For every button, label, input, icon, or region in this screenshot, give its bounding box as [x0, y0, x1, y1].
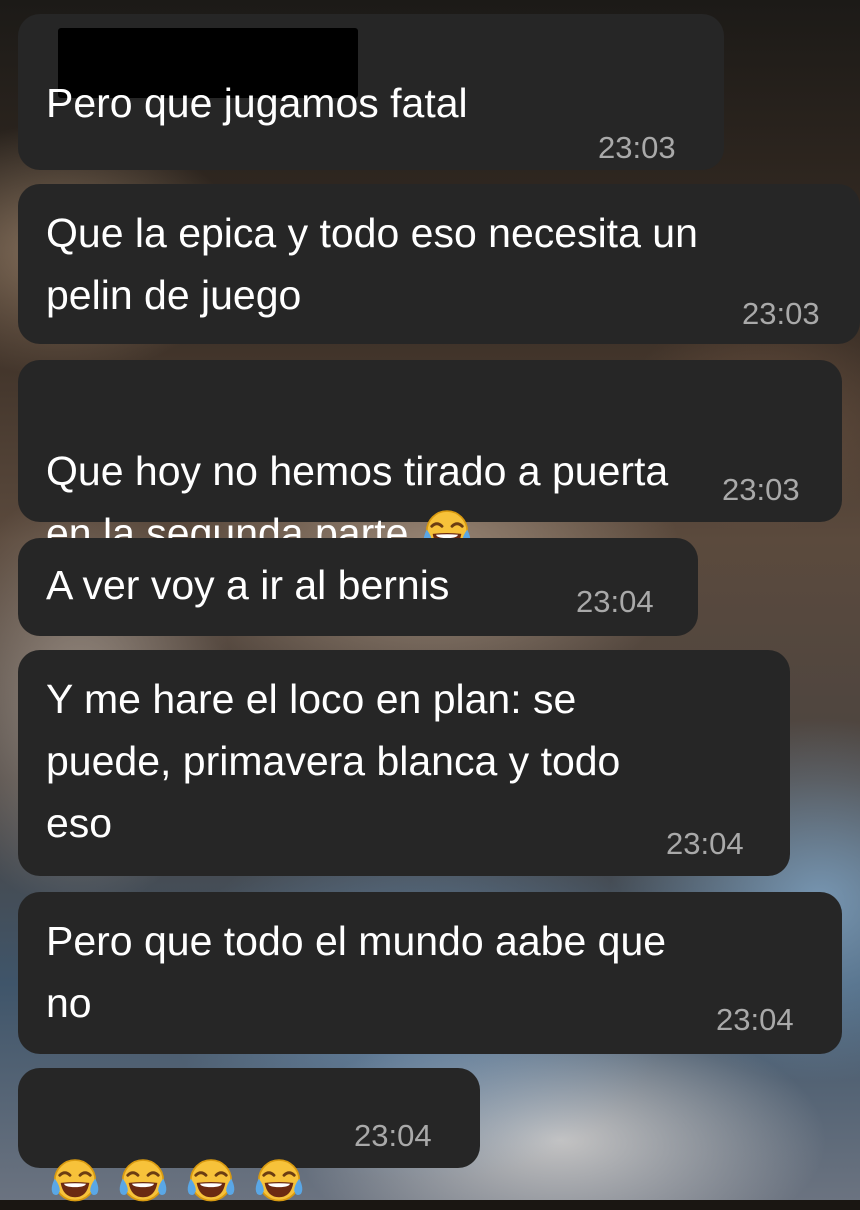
message-bubble[interactable]: Que hoy no hemos tirado a puerta en la s… — [18, 360, 842, 556]
message-text: Pero que jugamos fatal — [46, 80, 468, 126]
message-bubble[interactable]: Que la epica y todo eso necesita un peli… — [18, 184, 860, 344]
message-timestamp: 23:04 — [354, 1118, 432, 1153]
message-timestamp: 23:04 — [716, 1002, 794, 1037]
message-bubble[interactable]: Pero que todo el mundo aabe que no 23:04 — [18, 892, 842, 1054]
message-bubble[interactable]: 23:04 — [18, 1068, 480, 1168]
message-timestamp: 23:04 — [576, 584, 654, 619]
message-text: Y me hare el loco en plan: se puede, pri… — [46, 676, 621, 846]
face-with-tears-of-joy-icon — [48, 1155, 102, 1209]
message-bubble[interactable]: A ver voy a ir al bernis 23:04 — [18, 538, 698, 636]
message-bubble[interactable]: Y me hare el loco en plan: se puede, pri… — [18, 650, 790, 876]
message-emoji-row — [48, 1086, 320, 1210]
face-with-tears-of-joy-icon — [252, 1155, 306, 1209]
chat-thread: Pero que jugamos fatal 23:03 Que la epic… — [0, 0, 860, 1200]
message-text: A ver voy a ir al bernis — [46, 562, 450, 608]
message-bubble[interactable]: Pero que jugamos fatal 23:03 — [18, 14, 724, 170]
face-with-tears-of-joy-icon — [116, 1155, 170, 1209]
message-timestamp: 23:03 — [722, 472, 800, 507]
message-text: Pero que todo el mundo aabe que no — [46, 918, 667, 1026]
message-timestamp: 23:04 — [666, 826, 744, 861]
message-timestamp: 23:03 — [598, 130, 676, 165]
message-text: Que hoy no hemos tirado a puerta en la s… — [46, 378, 668, 564]
face-with-tears-of-joy-icon — [184, 1155, 238, 1209]
message-timestamp: 23:03 — [742, 296, 820, 331]
message-text: Que la epica y todo eso necesita un peli… — [46, 210, 698, 318]
